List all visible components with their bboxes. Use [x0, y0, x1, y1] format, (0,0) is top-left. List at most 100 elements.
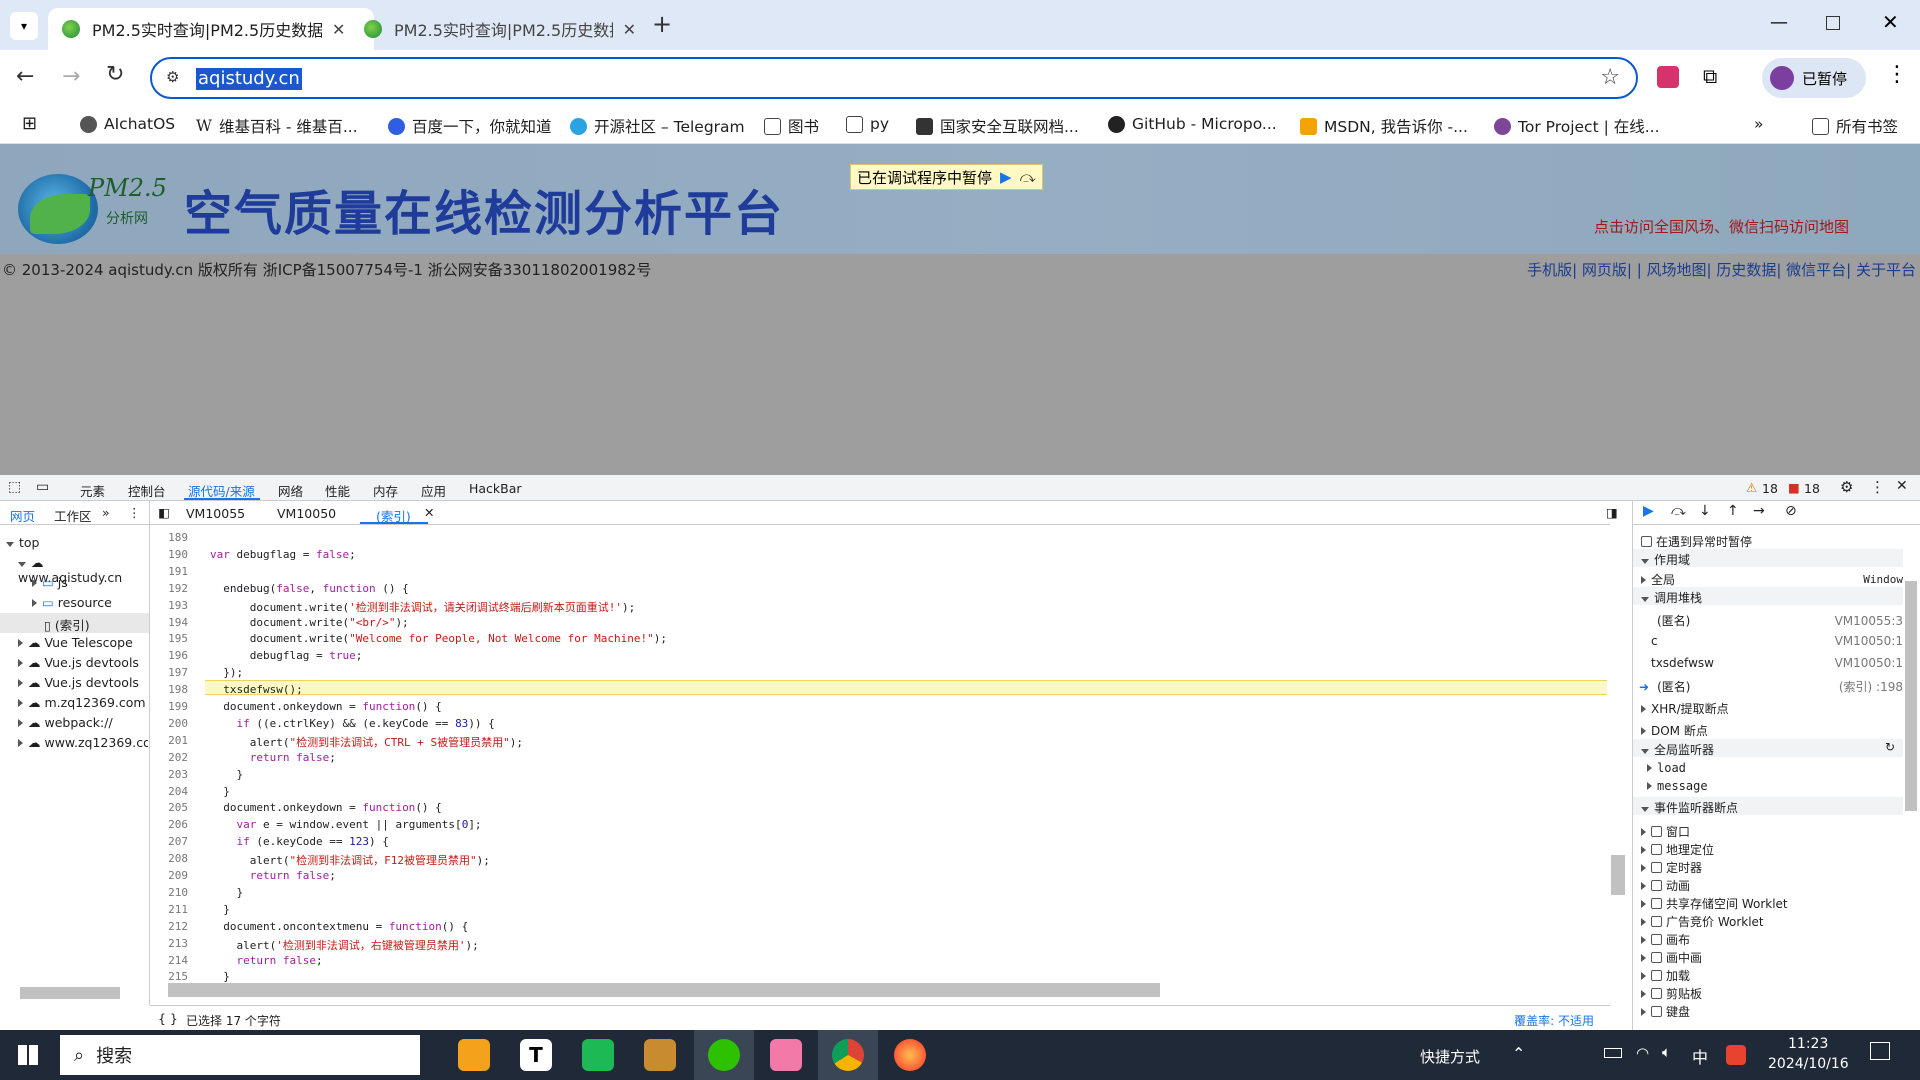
listener-load[interactable]: load [1647, 761, 1686, 775]
settings-gear-icon[interactable]: ⚙ [1840, 478, 1853, 496]
site-info-icon[interactable]: ⚙ [166, 68, 179, 86]
checkbox[interactable] [1651, 952, 1662, 963]
sidebar-scrollbar[interactable] [1905, 581, 1917, 811]
tab-memory[interactable]: 内存 [373, 481, 398, 500]
code-line[interactable]: var e = window.event || arguments[0]; [210, 818, 482, 831]
back-icon[interactable]: ← [16, 64, 34, 89]
code-line[interactable]: debugflag = true; [210, 649, 363, 662]
ime-indicator[interactable]: 中 [1692, 1044, 1708, 1068]
device-toggle-icon[interactable]: ▭ [36, 479, 49, 495]
bookmark-item[interactable]: 国家安全互联网档... [916, 115, 1079, 137]
editor-hscrollbar[interactable] [168, 983, 1160, 997]
close-file-icon[interactable]: ✕ [424, 505, 434, 520]
code-editor[interactable]: 189 190 var debugflag = false; 191 192 endeb… [0, 531, 1610, 983]
footer-links[interactable]: 手机版| 网页版| | 风场地图| 历史数据| 微信平台| 关于平台 [1527, 259, 1916, 280]
section-dom[interactable]: DOM 断点 [1641, 722, 1708, 739]
resume-icon[interactable]: ▶︎ [1000, 168, 1012, 186]
checkbox[interactable] [1651, 916, 1662, 927]
bookmark-star-icon[interactable]: ☆ [1600, 65, 1620, 90]
code-line[interactable]: document.write('检测到非法调试，请关闭调试终端后刷新本页面重试!… [210, 599, 635, 615]
step-over-icon[interactable]: ⤼ [1020, 168, 1036, 186]
line-number[interactable]: 199 [150, 700, 188, 713]
resume-icon[interactable]: ▶︎ [1643, 503, 1654, 519]
line-number[interactable]: 207 [150, 835, 188, 848]
minimize-button[interactable]: — [1770, 12, 1788, 33]
code-line[interactable]: txsdefwsw(); [210, 683, 302, 696]
tab-elements[interactable]: 元素 [80, 481, 105, 500]
address-bar[interactable]: ⚙ aqistudy.cn ☆ [150, 57, 1638, 99]
close-tab-icon[interactable]: ✕ [623, 20, 636, 39]
line-number[interactable]: 191 [150, 565, 188, 578]
stack-frame[interactable]: c VM10050:1 [1651, 634, 1903, 648]
tab-console[interactable]: 控制台 [128, 481, 166, 500]
editor-vscrollbar[interactable] [1611, 855, 1625, 895]
line-number[interactable]: 210 [150, 886, 188, 899]
coverage-status[interactable]: 覆盖率: 不适用 [1514, 1012, 1594, 1029]
line-number[interactable]: 215 [150, 970, 188, 983]
checkbox[interactable] [1651, 862, 1662, 873]
pretty-print-icon[interactable]: { } [158, 1011, 178, 1026]
checkbox[interactable] [1651, 826, 1662, 837]
code-line[interactable]: } [210, 886, 243, 899]
checkbox[interactable] [1651, 844, 1662, 855]
bookmark-folder[interactable]: py [846, 115, 889, 133]
line-number[interactable]: 201 [150, 734, 188, 747]
bookmark-item[interactable]: Tor Project | 在线... [1494, 115, 1660, 137]
pause-on-exceptions[interactable]: 在遇到异常时暂停 [1641, 533, 1752, 550]
event-breakpoint-item[interactable]: 共享存储空间 Worklet [1641, 895, 1788, 912]
notification-icon[interactable] [1870, 1042, 1890, 1060]
line-number[interactable]: 202 [150, 751, 188, 764]
tab-hackbar[interactable]: HackBar [469, 481, 522, 496]
extensions-icon[interactable]: ⧉ [1703, 64, 1717, 88]
bookmark-item[interactable]: 开源社区 – Telegram [570, 115, 745, 137]
battery-icon[interactable] [1604, 1048, 1622, 1058]
more-bookmarks-icon[interactable]: » [1754, 115, 1763, 133]
chevron-up-icon[interactable]: ⌃ [1512, 1044, 1525, 1063]
nav-tab-page[interactable]: 网页 [10, 506, 35, 525]
error-icon[interactable]: ■ [1788, 480, 1800, 495]
tab-search-button[interactable]: ▾ [10, 12, 38, 40]
checkbox[interactable] [1651, 880, 1662, 891]
checkbox[interactable] [1641, 536, 1652, 547]
section-callstack[interactable]: 调用堆栈 [1633, 587, 1903, 605]
code-line[interactable]: var debugflag = false; [210, 548, 356, 561]
clock-time[interactable]: 11:23 [1788, 1036, 1828, 1052]
code-line[interactable]: alert("检测到非法调试，CTRL + S被管理员禁用"); [210, 734, 523, 750]
line-number[interactable]: 208 [150, 852, 188, 865]
step-into-icon[interactable]: ↓ [1699, 503, 1711, 519]
section-global-listeners[interactable]: 全局监听器 ↻ [1633, 739, 1903, 757]
line-number[interactable]: 197 [150, 666, 188, 679]
tab-2[interactable]: PM2.5实时查询|PM2.5历史数据 ✕ [350, 8, 650, 50]
clock-date[interactable]: 2024/10/16 [1768, 1056, 1849, 1072]
line-number[interactable]: 195 [150, 632, 188, 645]
error-count[interactable]: 18 [1804, 481, 1820, 496]
close-window-button[interactable]: ✕ [1882, 10, 1899, 34]
stack-frame[interactable]: (匿名) VM10055:3 [1657, 612, 1903, 629]
bookmark-item[interactable]: W 维基百科 - 维基百... [196, 115, 358, 137]
section-xhr[interactable]: XHR/提取断点 [1641, 700, 1729, 717]
reload-icon[interactable]: ↻ [106, 62, 124, 87]
line-number[interactable]: 214 [150, 954, 188, 967]
tab-performance[interactable]: 性能 [325, 481, 350, 500]
line-number[interactable]: 211 [150, 903, 188, 916]
new-tab-button[interactable]: + [652, 10, 672, 38]
code-line[interactable]: document.write("Welcome for People, Not … [210, 632, 667, 645]
typora-icon[interactable]: T [520, 1039, 552, 1071]
translate-extension-icon[interactable] [1657, 66, 1679, 88]
checkbox[interactable] [1651, 898, 1662, 909]
bookmark-item[interactable]: AIchatOS [80, 115, 175, 133]
sogou-icon[interactable] [1726, 1045, 1746, 1065]
line-number[interactable]: 213 [150, 937, 188, 950]
code-line[interactable]: document.write("<br/>"); [210, 616, 409, 629]
step-over-icon[interactable]: ⤼ [1671, 503, 1686, 519]
section-scope[interactable]: 作用域 [1633, 549, 1903, 567]
close-tab-icon[interactable]: ✕ [332, 20, 345, 39]
more-options-icon[interactable]: ⋮ [1870, 478, 1885, 496]
line-number[interactable]: 209 [150, 869, 188, 882]
close-devtools-icon[interactable]: ✕ [1896, 478, 1908, 494]
code-line[interactable]: document.onkeydown = function() { [210, 801, 442, 814]
profile-button[interactable]: 已暂停 [1762, 58, 1866, 98]
section-event-breakpoints[interactable]: 事件监听器断点 [1633, 797, 1903, 815]
wifi-icon[interactable]: ◠ [1636, 1044, 1649, 1062]
library-icon[interactable] [644, 1039, 676, 1071]
